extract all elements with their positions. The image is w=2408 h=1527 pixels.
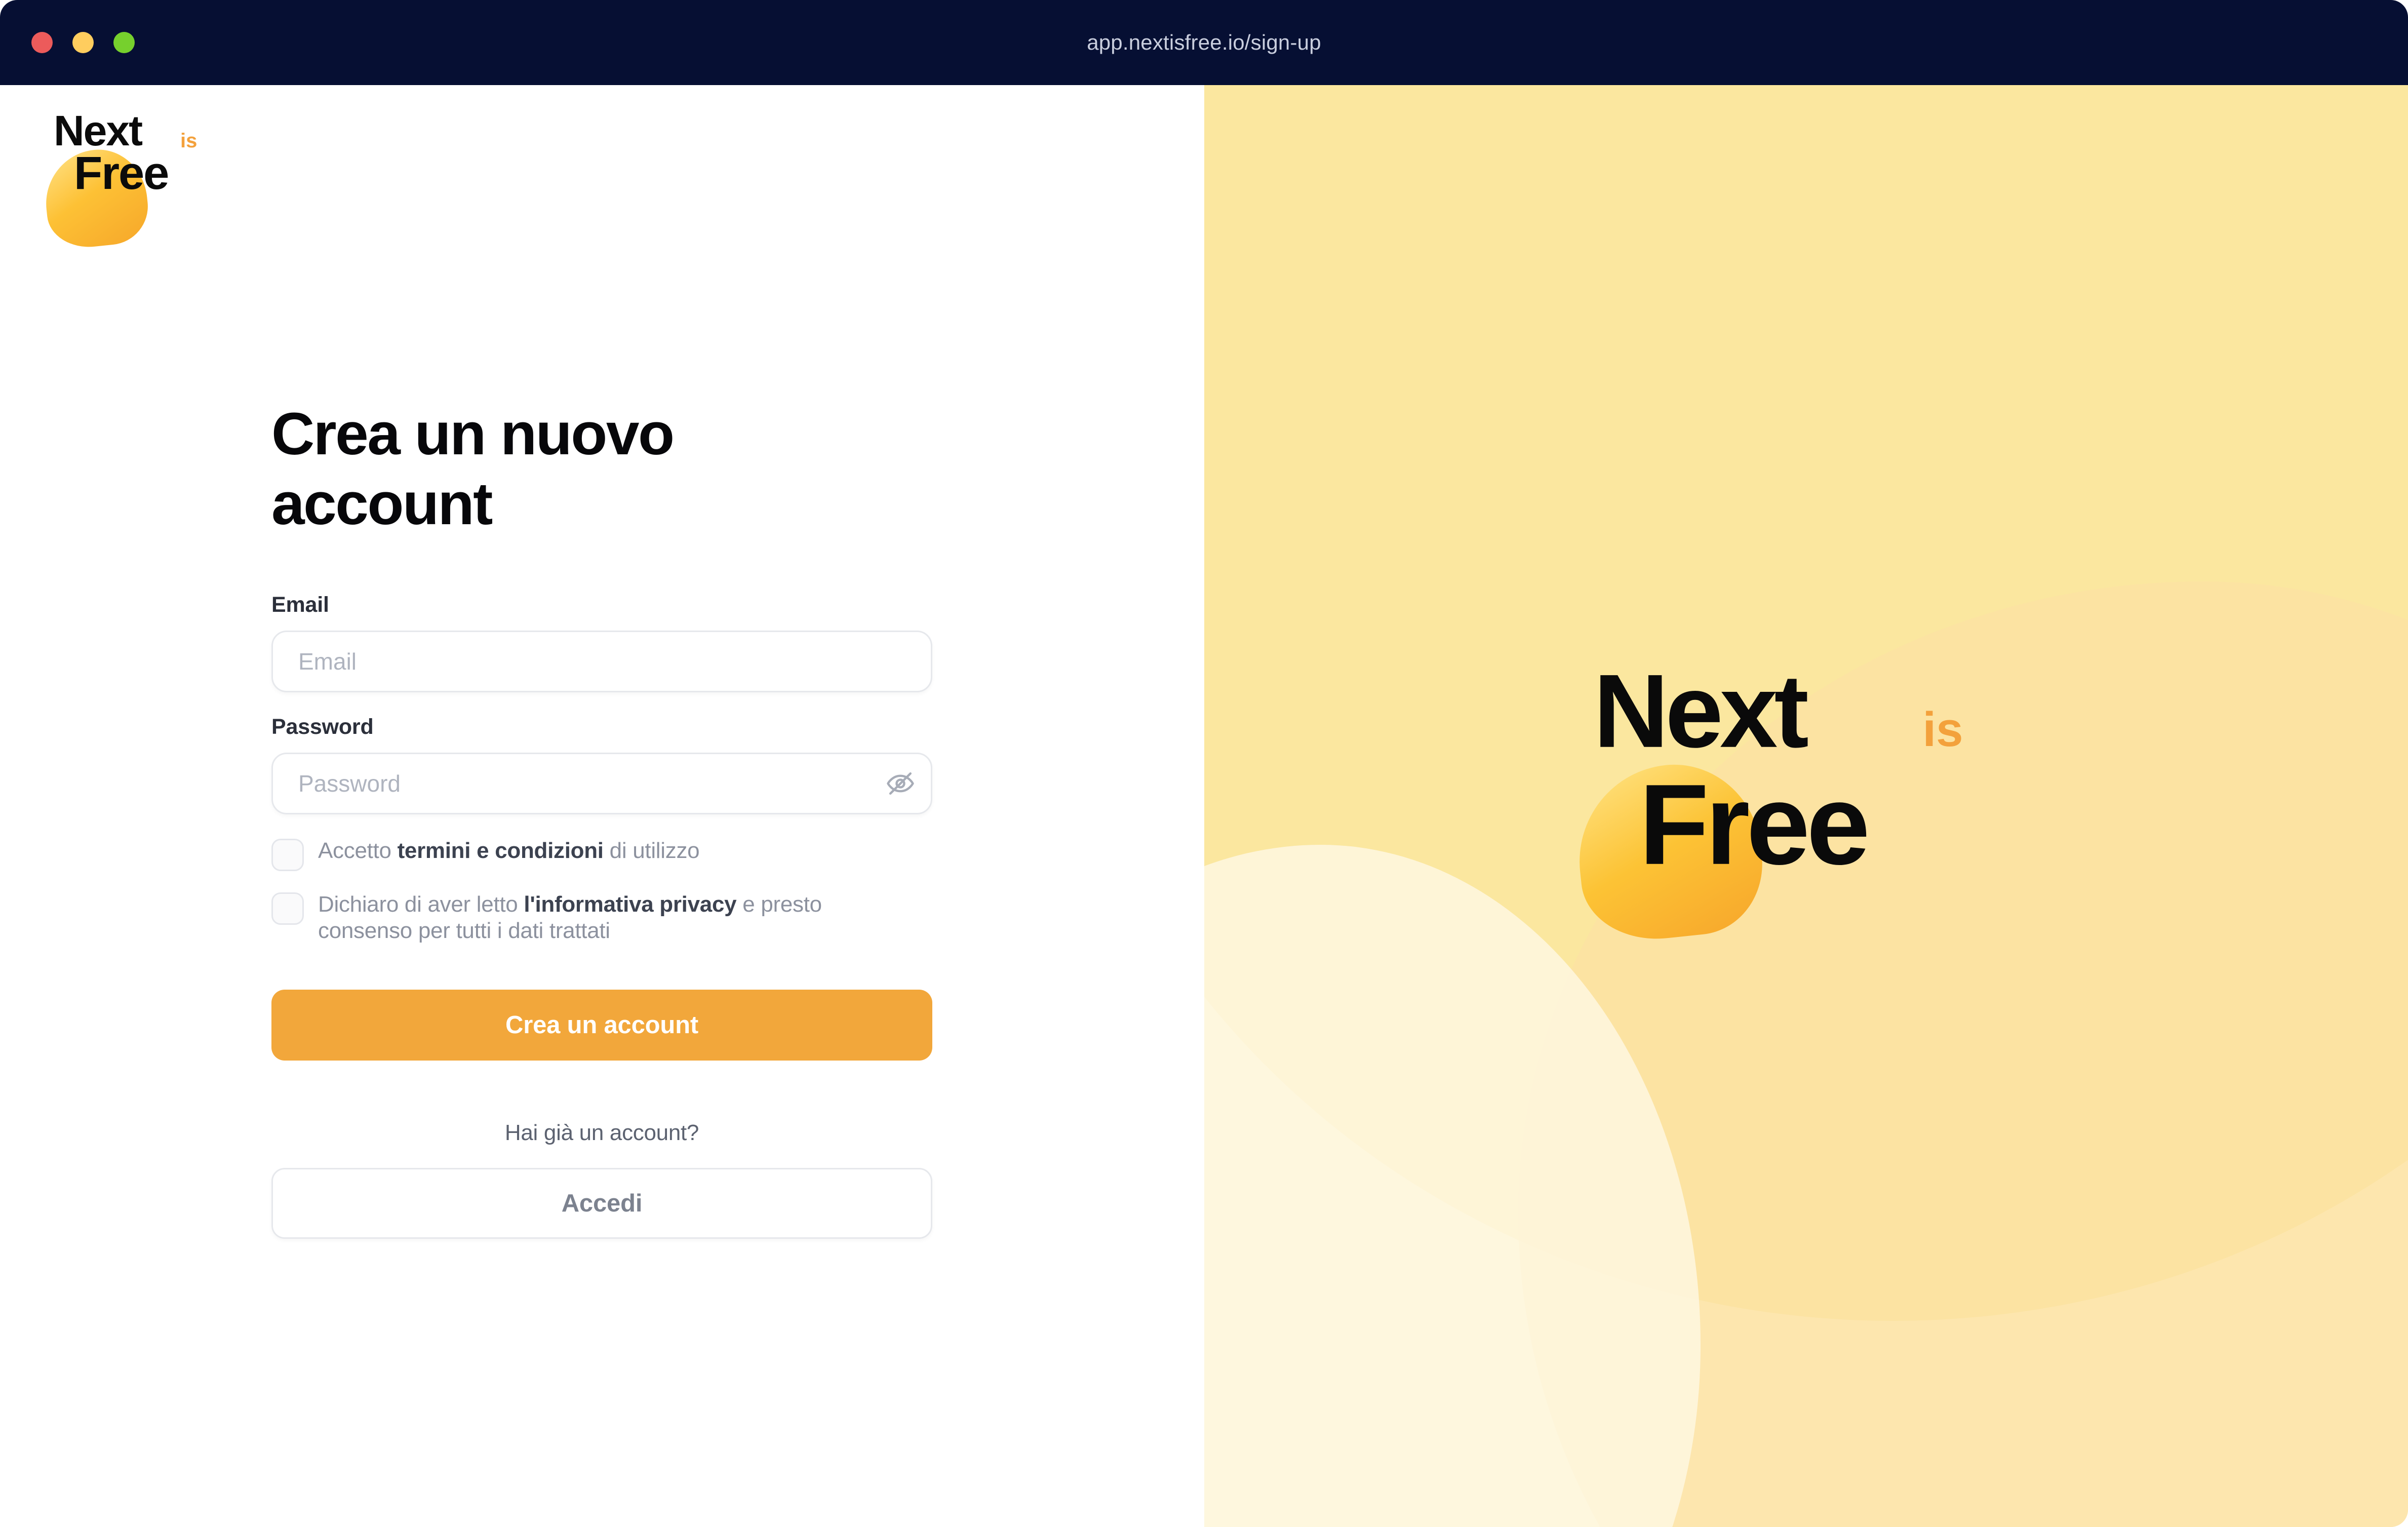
hero-word-free: Free <box>1639 760 1870 888</box>
signup-form: Crea un nuovo account Email Password <box>271 399 932 1239</box>
title-bar: app.nextisfree.io/sign-up <box>0 0 2408 85</box>
page-content: Next is Free Crea un nuovo account Email… <box>0 85 2408 1527</box>
privacy-consent-label: Dichiaro di aver letto l'informativa pri… <box>318 890 916 944</box>
email-input[interactable] <box>273 648 931 676</box>
toggle-password-visibility-button[interactable] <box>870 754 931 813</box>
password-label: Password <box>271 715 374 739</box>
brand-word-free: Free <box>74 147 169 199</box>
traffic-lights <box>31 32 135 53</box>
privacy-link[interactable]: l'informativa privacy <box>524 892 736 917</box>
close-window-button[interactable] <box>31 32 53 53</box>
terms-prefix: Accetto <box>318 838 398 864</box>
hero-word-is: is <box>1922 702 1963 757</box>
signup-pane: Next is Free Crea un nuovo account Email… <box>0 85 1204 1527</box>
brand-word-next: Next <box>54 107 143 154</box>
consent-row-privacy[interactable]: Dichiaro di aver letto l'informativa pri… <box>271 890 932 944</box>
privacy-checkbox[interactable] <box>271 892 304 925</box>
email-input-shell[interactable] <box>271 631 932 693</box>
email-field-group: Email <box>271 593 932 693</box>
login-button[interactable]: Accedi <box>271 1167 932 1239</box>
consent-row-terms[interactable]: Accetto termini e condizioni di utilizzo <box>271 837 932 872</box>
password-field-group: Password <box>271 715 932 815</box>
terms-consent-label: Accetto termini e condizioni di utilizzo <box>318 837 700 864</box>
address-bar-url[interactable]: app.nextisfree.io/sign-up <box>1087 30 1321 55</box>
minimize-window-button[interactable] <box>72 32 94 53</box>
hero-word-next: Next <box>1593 652 1809 769</box>
brand-logo[interactable]: Next is Free <box>28 105 231 251</box>
eye-off-icon <box>887 772 914 795</box>
browser-window: app.nextisfree.io/sign-up Next is Free C… <box>0 0 2408 1527</box>
email-label: Email <box>271 593 329 617</box>
hero-brand-logo: Next is Free <box>1569 652 2039 947</box>
password-input-shell[interactable] <box>271 753 932 815</box>
password-input[interactable] <box>273 770 870 798</box>
brand-showcase-pane: Next is Free <box>1204 85 2408 1527</box>
maximize-window-button[interactable] <box>113 32 135 53</box>
terms-link[interactable]: termini e condizioni <box>398 838 604 863</box>
privacy-prefix: Dichiaro di aver letto <box>318 892 524 917</box>
create-account-button[interactable]: Crea un account <box>271 989 932 1061</box>
page-title: Crea un nuovo account <box>271 401 675 538</box>
terms-suffix: di utilizzo <box>603 838 700 864</box>
have-account-text: Hai già un account? <box>504 1120 699 1145</box>
consent-checkbox-group: Accetto termini e condizioni di utilizzo… <box>271 837 932 944</box>
brand-word-is: is <box>180 130 198 152</box>
terms-checkbox[interactable] <box>271 839 304 872</box>
